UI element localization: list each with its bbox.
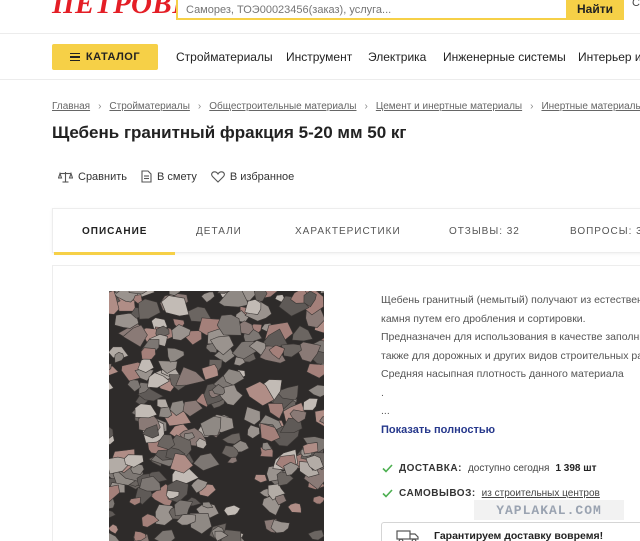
description-line: Предназначен для использования в качеств… bbox=[381, 331, 640, 343]
search-input[interactable] bbox=[178, 1, 568, 19]
document-icon bbox=[141, 170, 152, 183]
breadcrumb-link-home[interactable]: Главная bbox=[52, 101, 90, 112]
show-more-link[interactable]: Показать полностью bbox=[381, 424, 495, 436]
header-edge-text: С bbox=[632, 0, 640, 9]
pickup-key: САМОВЫВОЗ: bbox=[399, 488, 476, 499]
favorite-label: В избранное bbox=[229, 170, 295, 183]
truck-icon bbox=[396, 530, 419, 541]
compare-label: Сравнить bbox=[78, 170, 128, 183]
description-line: Щебень гранитный (немытый) получают из е… bbox=[381, 294, 640, 306]
main-nav: КАТАЛОГ Стройматериалы Инструмент Электр… bbox=[0, 35, 640, 80]
tab-details[interactable]: ДЕТАЛИ bbox=[196, 209, 242, 254]
nav-item-interior[interactable]: Интерьер и bbox=[578, 50, 640, 64]
breadcrumb-link-inert[interactable]: Инертные материалы bbox=[541, 101, 640, 112]
tab-description[interactable]: ОПИСАНИЕ bbox=[53, 209, 177, 255]
delivery-key: ДОСТАВКА: bbox=[399, 463, 462, 474]
delivery-value: доступно сегодня bbox=[467, 463, 550, 474]
breadcrumb-link-general-materials[interactable]: Общестроительные материалы bbox=[209, 101, 356, 112]
delivery-row: ДОСТАВКА: доступно сегодня 1 398 шт bbox=[382, 463, 596, 474]
product-tabs: ОПИСАНИЕ ДЕТАЛИ ХАРАКТЕРИСТИКИ ОТЗЫВЫ: 3… bbox=[52, 208, 640, 255]
estimate-label: В смету bbox=[157, 170, 197, 183]
tab-specifications[interactable]: ХАРАКТЕРИСТИКИ bbox=[295, 209, 401, 254]
product-actions: Сравнить В смету В избранное bbox=[58, 170, 294, 183]
breadcrumb-separator: › bbox=[530, 101, 534, 112]
pickup-row: САМОВЫВОЗ: из строительных центров bbox=[382, 488, 600, 499]
breadcrumb-separator: › bbox=[197, 101, 202, 112]
description-line: . bbox=[381, 386, 384, 399]
nav-item-tools[interactable]: Инструмент bbox=[286, 50, 352, 64]
breadcrumb-separator: › bbox=[98, 101, 102, 112]
gravel-photo bbox=[109, 291, 324, 541]
product-image[interactable] bbox=[109, 291, 324, 541]
catalog-label: КАТАЛОГ bbox=[85, 51, 141, 63]
description-line: также для дорожных и других видов строит… bbox=[381, 349, 640, 362]
guarantee-text: Гарантируем доставку вовремя! bbox=[434, 530, 604, 541]
nav-item-engineering[interactable]: Инженерные системы bbox=[443, 50, 566, 64]
check-icon bbox=[382, 464, 393, 473]
breadcrumb-link-cement[interactable]: Цемент и инертные материалы bbox=[376, 101, 522, 112]
nav-item-electrics[interactable]: Электрика bbox=[368, 50, 426, 64]
search-box[interactable] bbox=[176, 0, 568, 20]
scales-icon bbox=[58, 171, 73, 183]
heart-icon bbox=[211, 170, 225, 183]
tab-questions[interactable]: ВОПРОСЫ: 3 bbox=[570, 209, 640, 254]
delivery-qty: 1 398 шт bbox=[555, 463, 597, 474]
check-icon bbox=[382, 489, 393, 498]
watermark-text: YAPLAKAL.COM bbox=[496, 502, 602, 518]
catalog-button[interactable]: КАТАЛОГ bbox=[52, 44, 158, 70]
breadcrumb: Главная › Стройматериалы › Общестроительные … bbox=[52, 101, 640, 112]
description-text: Щебень гранитный (немытый) получают из е… bbox=[381, 291, 640, 421]
compare-button[interactable]: Сравнить bbox=[58, 170, 127, 183]
estimate-button[interactable]: В смету bbox=[141, 170, 197, 183]
pickup-value[interactable]: из строительных центров bbox=[482, 488, 600, 499]
tab-reviews[interactable]: ОТЗЫВЫ: 32 bbox=[449, 209, 520, 254]
menu-icon bbox=[69, 52, 80, 62]
favorite-button[interactable]: В избранное bbox=[211, 170, 294, 183]
guarantee-banner: Гарантируем доставку вовремя! bbox=[381, 522, 640, 541]
page-title: Щебень гранитный фракция 5-20 мм 50 кг bbox=[52, 123, 407, 142]
site-header: ПЕТРОВИЧ Найти С bbox=[0, 0, 640, 34]
description-line: ... bbox=[381, 405, 390, 417]
watermark: YAPLAKAL.COM bbox=[474, 500, 624, 520]
description-line: камня путем его дробления и сортировки. bbox=[381, 312, 586, 325]
breadcrumb-link-building-materials[interactable]: Стройматериалы bbox=[109, 101, 190, 112]
nav-item-building-materials[interactable]: Стройматериалы bbox=[176, 50, 273, 64]
search-button[interactable]: Найти bbox=[566, 0, 624, 20]
breadcrumb-separator: › bbox=[364, 101, 368, 112]
description-line: Средняя насыпная плотность данного матер… bbox=[381, 368, 624, 380]
